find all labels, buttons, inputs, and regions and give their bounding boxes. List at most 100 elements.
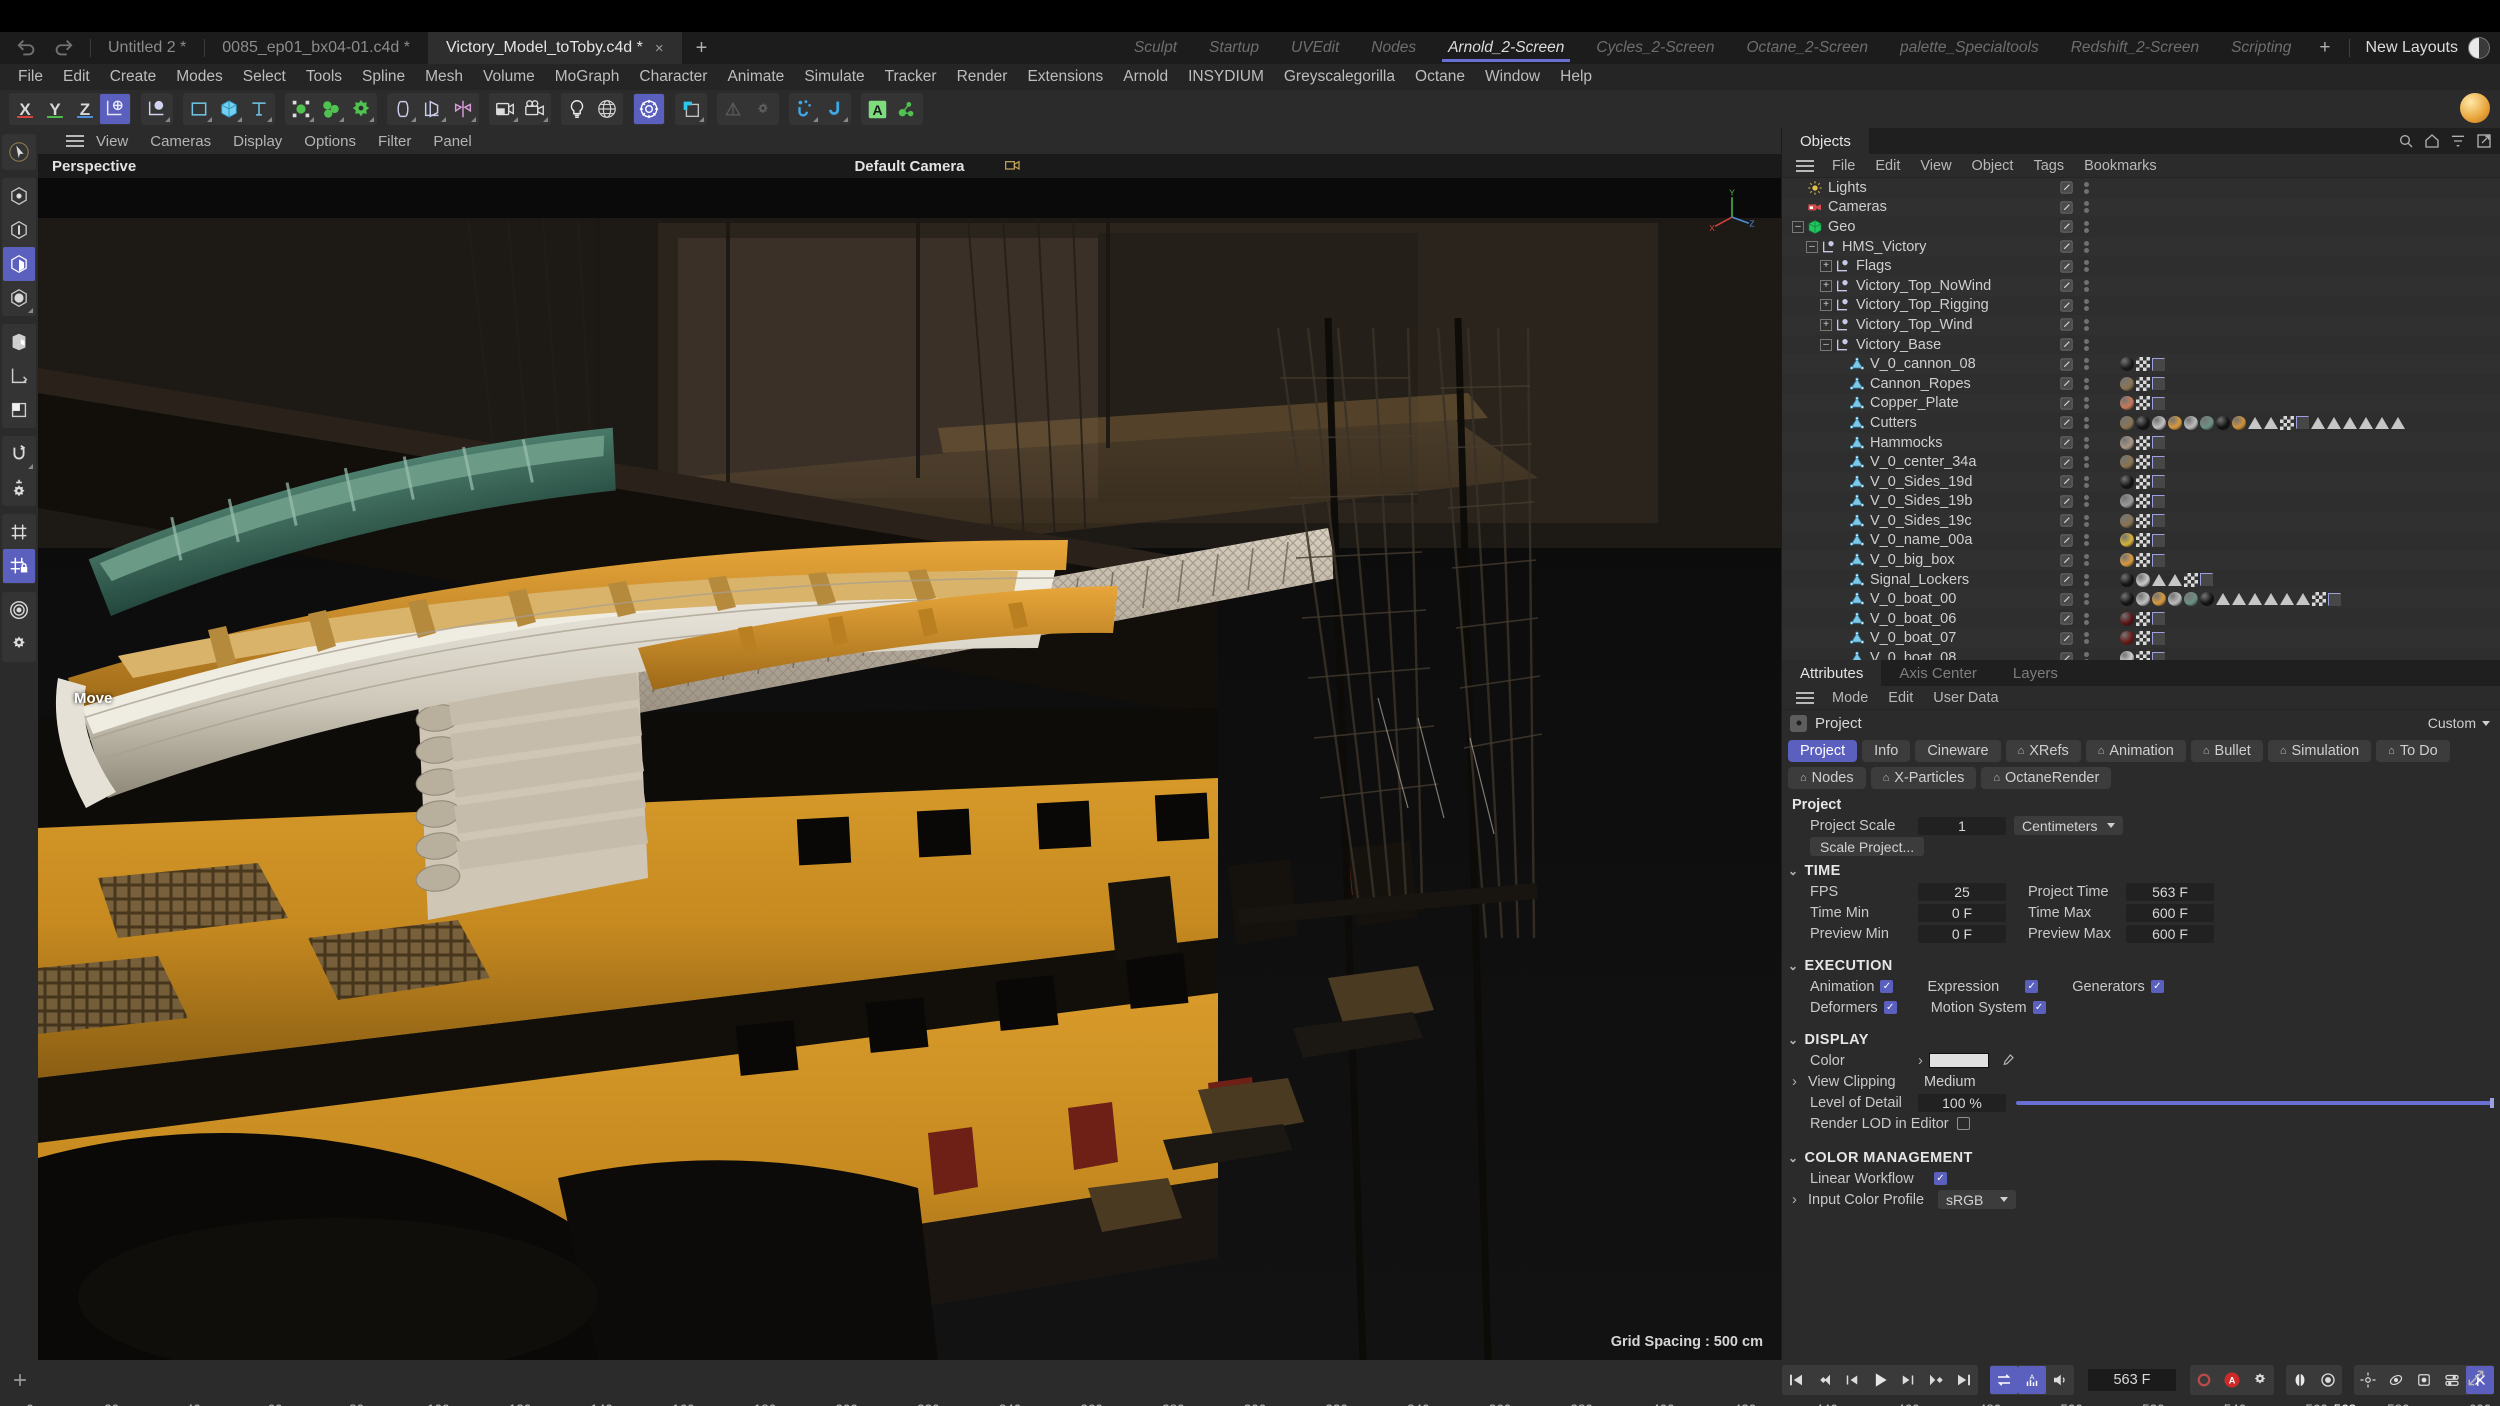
layout-tab-palette-specialtools[interactable]: palette_Specialtools [1884, 32, 2055, 64]
light-button[interactable] [562, 94, 592, 124]
visibility-dots[interactable] [2084, 279, 2089, 292]
search-icon[interactable] [2398, 133, 2414, 149]
scatter-plugin-button[interactable] [892, 94, 922, 124]
object-edit-toggle[interactable] [2060, 358, 2073, 371]
object-edit-toggle[interactable] [2060, 475, 2073, 488]
chevron-right-icon[interactable]: › [1792, 1192, 1808, 1208]
eyedropper-icon[interactable] [1999, 1053, 2015, 1069]
menu-character[interactable]: Character [629, 64, 717, 90]
enable-snapping-button[interactable] [3, 437, 35, 471]
scale-project-button[interactable]: Scale Project... [1810, 837, 1925, 856]
expand-icon[interactable]: + [1820, 279, 1832, 292]
uv-tag-icon[interactable] [2136, 513, 2150, 528]
atab-to-do[interactable]: ⌂ To Do [2376, 740, 2450, 762]
display-color-swatch[interactable] [1928, 1053, 1989, 1068]
menu-volume[interactable]: Volume [473, 64, 545, 90]
timeline-ruler[interactable]: 0 20 40 60 80 100 120 140 160 180 200 220 240 260 280 3… [0, 1400, 2500, 1406]
selection-tag-icon[interactable] [2264, 416, 2278, 429]
selection-tag-icon[interactable] [2248, 416, 2262, 429]
phong-tag-icon[interactable] [2152, 396, 2165, 410]
objects-menu-view[interactable]: View [1910, 158, 1961, 174]
arnold-plugin-button[interactable]: A [862, 94, 892, 124]
visibility-dots[interactable] [2084, 593, 2089, 606]
viewport-menu-panel[interactable]: Panel [423, 133, 481, 150]
phong-tag-icon[interactable] [2328, 592, 2341, 606]
object-row[interactable]: V_0_Sides_19b [1782, 491, 2500, 512]
object-edit-toggle[interactable] [2060, 593, 2073, 606]
object-row[interactable]: V_0_Sides_19d [1782, 471, 2500, 492]
visibility-dots[interactable] [2084, 299, 2089, 312]
object-edit-toggle[interactable] [2060, 534, 2073, 547]
uv-tag-icon[interactable] [2136, 651, 2150, 660]
material-tag-icon[interactable] [2120, 533, 2134, 548]
hamburger-icon[interactable] [1796, 157, 1814, 175]
menu-tracker[interactable]: Tracker [875, 64, 947, 90]
material-tag-icon[interactable] [2136, 592, 2150, 607]
play-button[interactable] [1866, 1366, 1894, 1394]
uv-tag-icon[interactable] [2136, 631, 2150, 646]
material-tag-icon[interactable] [2120, 651, 2134, 660]
object-row[interactable]: – HMS_Victory [1782, 236, 2500, 257]
object-row[interactable]: V_0_boat_08 [1782, 648, 2500, 660]
object-row[interactable]: Hammocks [1782, 432, 2500, 453]
phong-tag-icon[interactable] [2152, 533, 2165, 547]
visibility-dots[interactable] [2084, 181, 2089, 194]
open-external-icon[interactable] [2476, 133, 2492, 149]
attributes-menu-mode[interactable]: Mode [1822, 690, 1878, 706]
linear-workflow-checkbox[interactable]: ✓ [1934, 1172, 1947, 1185]
object-row[interactable]: – Victory_Base [1782, 334, 2500, 355]
material-tag-icon[interactable] [2200, 415, 2214, 430]
uv-tag-icon[interactable] [2136, 474, 2150, 489]
material-tag-icon[interactable] [2232, 415, 2246, 430]
material-tag-icon[interactable] [2152, 592, 2166, 607]
viewport-menu-filter[interactable]: Filter [368, 133, 421, 150]
visibility-dots[interactable] [2084, 201, 2089, 214]
visibility-dots[interactable] [2084, 338, 2089, 351]
expand-icon[interactable] [2466, 1368, 2486, 1388]
axis-lock-z-button[interactable]: Z [70, 94, 100, 124]
viewport-menu-display[interactable]: Display [223, 133, 292, 150]
atab-simulation[interactable]: ⌂ Simulation [2267, 740, 2372, 762]
menu-help[interactable]: Help [1550, 64, 1602, 90]
home-icon[interactable] [2424, 133, 2440, 149]
object-manager-list[interactable]: Lights Cameras – Geo – HMS_Victory + Flags + Vict… [1782, 178, 2500, 660]
objects-menu-tags[interactable]: Tags [2023, 158, 2074, 174]
atab-xrefs[interactable]: ⌂ XRefs [2005, 740, 2081, 762]
selection-tag-icon[interactable] [2359, 416, 2373, 429]
uv-tag-icon[interactable] [2136, 553, 2150, 568]
object-row[interactable]: – Geo [1782, 217, 2500, 237]
color-management-section-header[interactable]: ⌄ COLOR MANAGEMENT [1782, 1144, 2500, 1168]
phong-tag-icon[interactable] [2152, 631, 2165, 645]
viewport-menu-options[interactable]: Options [294, 133, 366, 150]
hamburger-icon[interactable] [1796, 689, 1814, 707]
new-layouts-menu[interactable]: New Layouts [2356, 39, 2469, 57]
collapse-icon[interactable]: – [1806, 240, 1818, 253]
uv-tag-icon[interactable] [2136, 357, 2150, 372]
object-row[interactable]: V_0_boat_06 [1782, 609, 2500, 629]
animation-checkbox[interactable]: ✓ [1880, 980, 1894, 993]
material-tag-icon[interactable] [2136, 572, 2150, 587]
visibility-dots[interactable] [2084, 220, 2089, 233]
tab-attributes[interactable]: Attributes [1782, 660, 1882, 686]
selection-tag-icon[interactable] [2248, 593, 2262, 606]
camera-icon[interactable] [1004, 156, 1021, 176]
uv-tag-icon[interactable] [2136, 376, 2150, 391]
object-row[interactable]: Signal_Lockers [1782, 569, 2500, 590]
menu-select[interactable]: Select [233, 64, 296, 90]
object-row[interactable]: V_0_center_34a [1782, 452, 2500, 472]
object-edit-toggle[interactable] [2060, 240, 2073, 253]
object-edit-toggle[interactable] [2060, 338, 2073, 351]
object-row[interactable]: V_0_name_00a [1782, 530, 2500, 551]
menu-extensions[interactable]: Extensions [1017, 64, 1113, 90]
visibility-dots[interactable] [2084, 554, 2089, 567]
deformers-checkbox[interactable]: ✓ [1883, 1001, 1897, 1014]
visibility-dots[interactable] [2084, 397, 2089, 410]
uv-tag-icon[interactable] [2136, 396, 2150, 411]
selection-tag-icon[interactable] [2391, 416, 2405, 429]
collapse-icon[interactable]: – [1820, 338, 1832, 351]
object-edit-toggle[interactable] [2060, 220, 2073, 234]
material-tag-icon[interactable] [2120, 376, 2134, 391]
phong-tag-icon[interactable] [2152, 475, 2165, 489]
object-edit-toggle[interactable] [2060, 260, 2073, 273]
atab-project[interactable]: Project [1788, 740, 1858, 762]
